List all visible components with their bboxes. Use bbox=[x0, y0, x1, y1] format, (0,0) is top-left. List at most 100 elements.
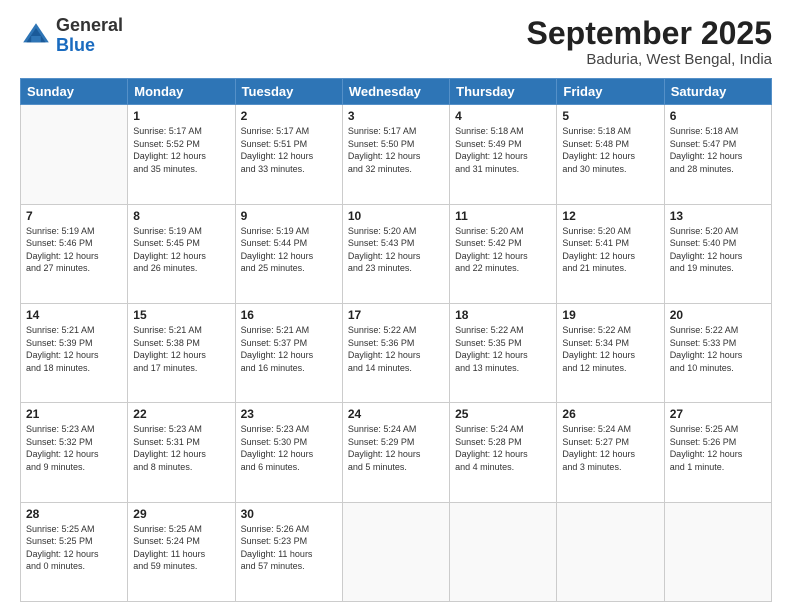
day-number: 22 bbox=[133, 407, 229, 421]
calendar-cell: 8 Sunrise: 5:19 AM Sunset: 5:45 PM Daylig… bbox=[128, 204, 235, 303]
calendar-cell: 13 Sunrise: 5:20 AM Sunset: 5:40 PM Dayli… bbox=[664, 204, 771, 303]
day-number: 13 bbox=[670, 209, 766, 223]
day-info: Sunrise: 5:22 AM Sunset: 5:35 PM Dayligh… bbox=[455, 324, 551, 374]
day-info: Sunrise: 5:22 AM Sunset: 5:33 PM Dayligh… bbox=[670, 324, 766, 374]
day-info: Sunrise: 5:24 AM Sunset: 5:27 PM Dayligh… bbox=[562, 423, 658, 473]
title-block: September 2025 Baduria, West Bengal, Ind… bbox=[527, 16, 772, 68]
calendar-cell: 5 Sunrise: 5:18 AM Sunset: 5:48 PM Daylig… bbox=[557, 105, 664, 204]
day-info: Sunrise: 5:18 AM Sunset: 5:48 PM Dayligh… bbox=[562, 125, 658, 175]
day-number: 24 bbox=[348, 407, 444, 421]
logo-icon bbox=[20, 20, 52, 52]
calendar-cell: 15 Sunrise: 5:21 AM Sunset: 5:38 PM Dayli… bbox=[128, 303, 235, 402]
day-info: Sunrise: 5:20 AM Sunset: 5:41 PM Dayligh… bbox=[562, 225, 658, 275]
logo-text: General Blue bbox=[56, 16, 123, 56]
weekday-header-wednesday: Wednesday bbox=[342, 79, 449, 105]
calendar-cell: 4 Sunrise: 5:18 AM Sunset: 5:49 PM Daylig… bbox=[450, 105, 557, 204]
day-info: Sunrise: 5:19 AM Sunset: 5:44 PM Dayligh… bbox=[241, 225, 337, 275]
day-info: Sunrise: 5:22 AM Sunset: 5:36 PM Dayligh… bbox=[348, 324, 444, 374]
day-info: Sunrise: 5:23 AM Sunset: 5:32 PM Dayligh… bbox=[26, 423, 122, 473]
day-number: 15 bbox=[133, 308, 229, 322]
day-number: 25 bbox=[455, 407, 551, 421]
day-number: 12 bbox=[562, 209, 658, 223]
week-row-2: 14 Sunrise: 5:21 AM Sunset: 5:39 PM Dayli… bbox=[21, 303, 772, 402]
calendar-cell: 7 Sunrise: 5:19 AM Sunset: 5:46 PM Daylig… bbox=[21, 204, 128, 303]
week-row-3: 21Sunrise: 5:23 AM Sunset: 5:32 PM Dayli… bbox=[21, 403, 772, 502]
day-info: Sunrise: 5:20 AM Sunset: 5:40 PM Dayligh… bbox=[670, 225, 766, 275]
day-info: Sunrise: 5:22 AM Sunset: 5:34 PM Dayligh… bbox=[562, 324, 658, 374]
day-number: 9 bbox=[241, 209, 337, 223]
weekday-header-sunday: Sunday bbox=[21, 79, 128, 105]
weekday-header-saturday: Saturday bbox=[664, 79, 771, 105]
calendar-cell: 10 Sunrise: 5:20 AM Sunset: 5:43 PM Dayli… bbox=[342, 204, 449, 303]
day-number: 23 bbox=[241, 407, 337, 421]
day-number: 2 bbox=[241, 109, 337, 123]
day-number: 17 bbox=[348, 308, 444, 322]
day-info: Sunrise: 5:18 AM Sunset: 5:49 PM Dayligh… bbox=[455, 125, 551, 175]
day-number: 11 bbox=[455, 209, 551, 223]
header: General Blue September 2025 Baduria, Wes… bbox=[20, 16, 772, 68]
calendar-cell: 21Sunrise: 5:23 AM Sunset: 5:32 PM Dayli… bbox=[21, 403, 128, 502]
day-number: 18 bbox=[455, 308, 551, 322]
calendar-cell: 22 Sunrise: 5:23 AM Sunset: 5:31 PM Dayli… bbox=[128, 403, 235, 502]
calendar-cell: 30Sunrise: 5:26 AM Sunset: 5:23 PM Dayli… bbox=[235, 502, 342, 601]
week-row-4: 28 Sunrise: 5:25 AM Sunset: 5:25 PM Dayli… bbox=[21, 502, 772, 601]
calendar-cell: 29Sunrise: 5:25 AM Sunset: 5:24 PM Dayli… bbox=[128, 502, 235, 601]
day-info: Sunrise: 5:25 AM Sunset: 5:25 PM Dayligh… bbox=[26, 523, 122, 573]
day-info: Sunrise: 5:18 AM Sunset: 5:47 PM Dayligh… bbox=[670, 125, 766, 175]
day-number: 20 bbox=[670, 308, 766, 322]
day-number: 7 bbox=[26, 209, 122, 223]
day-number: 29 bbox=[133, 507, 229, 521]
day-number: 1 bbox=[133, 109, 229, 123]
page: General Blue September 2025 Baduria, Wes… bbox=[0, 0, 792, 612]
day-info: Sunrise: 5:23 AM Sunset: 5:30 PM Dayligh… bbox=[241, 423, 337, 473]
day-info: Sunrise: 5:19 AM Sunset: 5:46 PM Dayligh… bbox=[26, 225, 122, 275]
weekday-header-friday: Friday bbox=[557, 79, 664, 105]
day-info: Sunrise: 5:21 AM Sunset: 5:39 PM Dayligh… bbox=[26, 324, 122, 374]
calendar-cell bbox=[342, 502, 449, 601]
calendar-cell: 12 Sunrise: 5:20 AM Sunset: 5:41 PM Dayli… bbox=[557, 204, 664, 303]
day-info: Sunrise: 5:19 AM Sunset: 5:45 PM Dayligh… bbox=[133, 225, 229, 275]
logo: General Blue bbox=[20, 16, 123, 56]
weekday-header-monday: Monday bbox=[128, 79, 235, 105]
calendar-cell: 11 Sunrise: 5:20 AM Sunset: 5:42 PM Dayli… bbox=[450, 204, 557, 303]
day-info: Sunrise: 5:20 AM Sunset: 5:42 PM Dayligh… bbox=[455, 225, 551, 275]
day-number: 16 bbox=[241, 308, 337, 322]
day-number: 14 bbox=[26, 308, 122, 322]
weekday-header-thursday: Thursday bbox=[450, 79, 557, 105]
day-number: 10 bbox=[348, 209, 444, 223]
subtitle: Baduria, West Bengal, India bbox=[527, 51, 772, 68]
calendar-cell: 18 Sunrise: 5:22 AM Sunset: 5:35 PM Dayli… bbox=[450, 303, 557, 402]
day-number: 28 bbox=[26, 507, 122, 521]
week-row-1: 7 Sunrise: 5:19 AM Sunset: 5:46 PM Daylig… bbox=[21, 204, 772, 303]
calendar-cell: 16Sunrise: 5:21 AM Sunset: 5:37 PM Dayli… bbox=[235, 303, 342, 402]
day-info: Sunrise: 5:21 AM Sunset: 5:38 PM Dayligh… bbox=[133, 324, 229, 374]
calendar-cell: 3 Sunrise: 5:17 AM Sunset: 5:50 PM Daylig… bbox=[342, 105, 449, 204]
calendar-cell: 14 Sunrise: 5:21 AM Sunset: 5:39 PM Dayli… bbox=[21, 303, 128, 402]
day-info: Sunrise: 5:20 AM Sunset: 5:43 PM Dayligh… bbox=[348, 225, 444, 275]
calendar-cell: 28 Sunrise: 5:25 AM Sunset: 5:25 PM Dayli… bbox=[21, 502, 128, 601]
day-info: Sunrise: 5:17 AM Sunset: 5:50 PM Dayligh… bbox=[348, 125, 444, 175]
day-number: 5 bbox=[562, 109, 658, 123]
day-info: Sunrise: 5:24 AM Sunset: 5:29 PM Dayligh… bbox=[348, 423, 444, 473]
calendar-cell: 23 Sunrise: 5:23 AM Sunset: 5:30 PM Dayli… bbox=[235, 403, 342, 502]
calendar-cell bbox=[21, 105, 128, 204]
calendar-cell bbox=[557, 502, 664, 601]
calendar-table: SundayMondayTuesdayWednesdayThursdayFrid… bbox=[20, 78, 772, 602]
weekday-header-row: SundayMondayTuesdayWednesdayThursdayFrid… bbox=[21, 79, 772, 105]
calendar-cell: 2 Sunrise: 5:17 AM Sunset: 5:51 PM Daylig… bbox=[235, 105, 342, 204]
calendar-cell: 1Sunrise: 5:17 AM Sunset: 5:52 PM Daylig… bbox=[128, 105, 235, 204]
calendar-cell: 25Sunrise: 5:24 AM Sunset: 5:28 PM Dayli… bbox=[450, 403, 557, 502]
day-number: 19 bbox=[562, 308, 658, 322]
calendar-cell bbox=[450, 502, 557, 601]
week-row-0: 1Sunrise: 5:17 AM Sunset: 5:52 PM Daylig… bbox=[21, 105, 772, 204]
calendar-cell: 27Sunrise: 5:25 AM Sunset: 5:26 PM Dayli… bbox=[664, 403, 771, 502]
calendar-cell: 9 Sunrise: 5:19 AM Sunset: 5:44 PM Daylig… bbox=[235, 204, 342, 303]
month-title: September 2025 bbox=[527, 16, 772, 51]
day-number: 8 bbox=[133, 209, 229, 223]
day-info: Sunrise: 5:17 AM Sunset: 5:51 PM Dayligh… bbox=[241, 125, 337, 175]
day-number: 4 bbox=[455, 109, 551, 123]
calendar-cell: 20 Sunrise: 5:22 AM Sunset: 5:33 PM Dayli… bbox=[664, 303, 771, 402]
day-number: 3 bbox=[348, 109, 444, 123]
day-info: Sunrise: 5:23 AM Sunset: 5:31 PM Dayligh… bbox=[133, 423, 229, 473]
calendar-cell: 24 Sunrise: 5:24 AM Sunset: 5:29 PM Dayli… bbox=[342, 403, 449, 502]
